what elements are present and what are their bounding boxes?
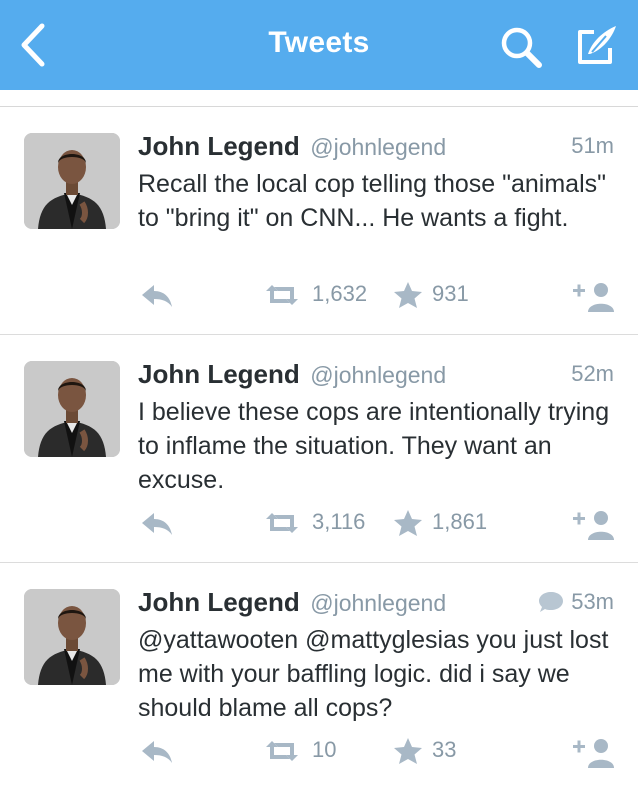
avatar[interactable]	[24, 589, 120, 685]
top-bar: Tweets	[0, 0, 638, 90]
tweet-time: 51m	[571, 133, 614, 158]
tweet-text: @yattawooten @mattyglesias you just lost…	[138, 626, 609, 722]
favorite-count: 33	[432, 737, 457, 762]
tweet[interactable]: John Legend @johnlegend 53m @yattawooten…	[0, 563, 638, 791]
tweet-header: John Legend @johnlegend 52m	[138, 359, 614, 391]
search-icon[interactable]	[498, 24, 544, 70]
author-handle[interactable]: @johnlegend	[310, 362, 446, 388]
retweet-icon[interactable]	[262, 283, 302, 307]
author-name[interactable]: John Legend	[138, 587, 300, 617]
tweet-header: John Legend @johnlegend 53m	[138, 587, 614, 619]
retweet-count: 1,632	[312, 281, 368, 306]
tweet-text: Recall the local cop telling those "anim…	[138, 170, 606, 232]
star-icon[interactable]	[393, 509, 423, 537]
tweet-actions: 1,632 931	[0, 277, 638, 317]
tweet-actions: 10 33	[0, 733, 638, 773]
tweet-text: I believe these cops are intentionally t…	[138, 398, 610, 494]
retweet-icon[interactable]	[262, 739, 302, 763]
speech-bubble-icon	[539, 592, 563, 612]
avatar[interactable]	[24, 361, 120, 457]
star-icon[interactable]	[393, 281, 423, 309]
avatar[interactable]	[24, 133, 120, 229]
follow-icon[interactable]	[572, 279, 616, 313]
compose-icon[interactable]	[572, 22, 620, 70]
retweet-icon[interactable]	[262, 511, 302, 535]
reply-icon[interactable]	[140, 511, 174, 537]
author-handle[interactable]: @johnlegend	[310, 134, 446, 160]
tweet-header: John Legend @johnlegend 51m	[138, 131, 614, 163]
reply-icon[interactable]	[140, 739, 174, 765]
author-name[interactable]: John Legend	[138, 131, 300, 161]
follow-icon[interactable]	[572, 735, 616, 769]
tweet-time: 53m	[571, 589, 614, 614]
favorite-count: 1,861	[432, 509, 488, 534]
favorite-count: 931	[432, 281, 469, 306]
retweet-count: 10	[312, 737, 337, 762]
tweet[interactable]: John Legend @johnlegend 52m I believe th…	[0, 335, 638, 563]
retweet-count: 3,116	[312, 509, 366, 534]
author-name[interactable]: John Legend	[138, 359, 300, 389]
reply-icon[interactable]	[140, 283, 174, 309]
star-icon[interactable]	[393, 737, 423, 765]
tweet-time: 52m	[571, 361, 614, 386]
author-handle[interactable]: @johnlegend	[310, 590, 446, 616]
tweet-actions: 3,116 1,861	[0, 505, 638, 545]
tweet[interactable]: John Legend @johnlegend 51m Recall the l…	[0, 107, 638, 335]
follow-icon[interactable]	[572, 507, 616, 541]
